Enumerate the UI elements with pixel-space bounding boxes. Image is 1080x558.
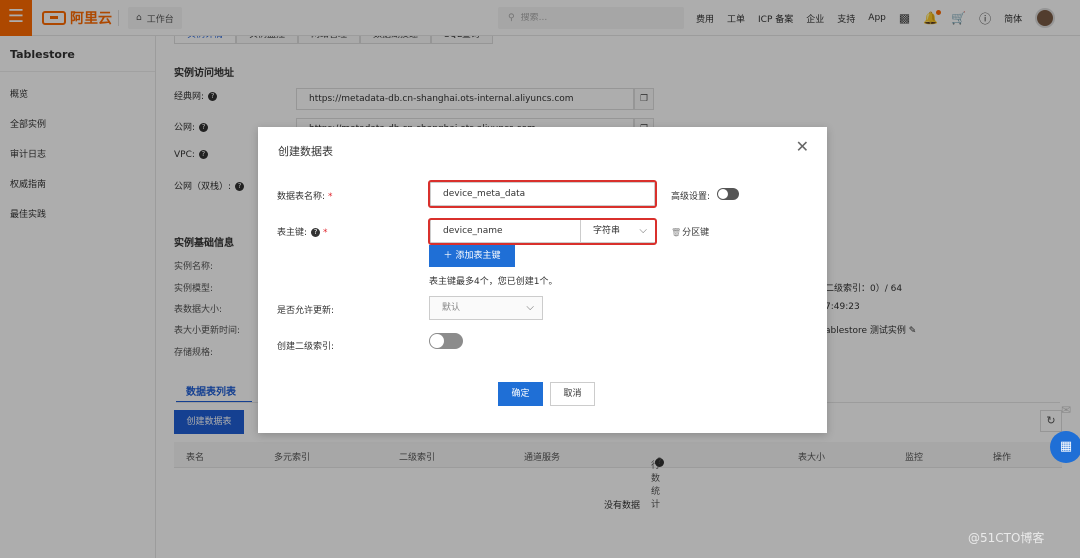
secondary-index-label: 创建二级索引: [277, 342, 335, 352]
required-mark: * [323, 228, 328, 238]
table-name-label-text: 数据表名称: [277, 192, 326, 202]
allow-update-value: 默认 [442, 303, 461, 313]
add-primary-key-button[interactable]: ＋ 添加表主键 [429, 245, 515, 267]
cancel-button[interactable]: 取消 [550, 382, 595, 406]
add-pk-label: 添加表主键 [455, 251, 501, 261]
advanced-settings-label: 高级设置: [671, 192, 711, 202]
secondary-index-toggle[interactable] [429, 333, 463, 349]
dialog-title: 创建数据表 [278, 145, 333, 158]
pk-type-value: 字符串 [593, 226, 621, 236]
create-table-dialog: 创建数据表 ✕ 数据表名称:* 高级设置: 表主键:?* 字符串⌵ 🗑分区键 ＋… [258, 127, 827, 433]
table-name-input[interactable] [430, 182, 655, 206]
partition-key-label: 🗑分区键 [671, 225, 709, 238]
toggle-knob [718, 189, 728, 199]
chevron-down-icon: ⌵ [526, 302, 534, 313]
required-mark: * [328, 192, 333, 202]
partition-key-text: 分区键 [682, 228, 710, 238]
primary-key-label-text: 表主键: [277, 228, 308, 238]
question-icon[interactable]: ? [311, 228, 321, 237]
plus-icon: ＋ [443, 251, 453, 261]
close-icon[interactable]: ✕ [796, 139, 809, 155]
primary-key-hint: 表主键最多4个，您已创建1个。 [429, 277, 558, 287]
apps-grid-icon[interactable]: ▦ [1050, 431, 1080, 463]
trash-icon[interactable]: 🗑 [671, 228, 681, 237]
advanced-settings-toggle[interactable] [717, 188, 739, 200]
primary-key-name-input[interactable] [430, 219, 581, 243]
toggle-knob [430, 334, 444, 348]
primary-key-type-select[interactable]: 字符串 ⌵ [580, 219, 656, 243]
allow-update-label: 是否允许更新: [277, 306, 335, 316]
confirm-button[interactable]: 确定 [498, 382, 543, 406]
chat-icon[interactable]: ✉ [1054, 398, 1078, 422]
primary-key-label: 表主键:? * [277, 225, 328, 238]
table-name-label: 数据表名称: * [277, 189, 333, 202]
watermark: @51CTO博客 [968, 531, 1045, 545]
allow-update-select[interactable]: 默认 ⌵ [429, 296, 543, 320]
chevron-down-icon: ⌵ [639, 225, 647, 236]
